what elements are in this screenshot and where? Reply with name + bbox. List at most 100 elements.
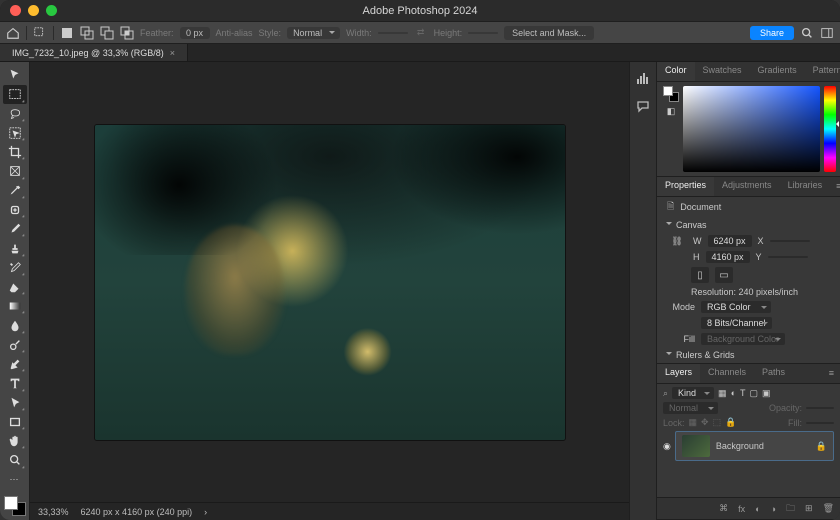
feather-input[interactable]: 0 px	[180, 27, 210, 39]
fill-opacity-input[interactable]	[806, 422, 834, 424]
tab-paths[interactable]: Paths	[754, 364, 793, 383]
strip-icon-comments[interactable]	[633, 96, 653, 116]
antialias-checkbox[interactable]: Anti-alias	[216, 28, 253, 38]
maximize-window[interactable]	[46, 5, 57, 16]
tab-gradients[interactable]: Gradients	[750, 62, 805, 81]
gradient-tool[interactable]	[3, 297, 27, 315]
search-icon[interactable]	[800, 26, 814, 40]
eraser-tool[interactable]	[3, 278, 27, 296]
rectangle-tool[interactable]	[3, 413, 27, 431]
select-new-icon[interactable]	[60, 26, 74, 40]
doc-dims-readout[interactable]: 6240 px x 4160 px (240 ppi)	[81, 507, 193, 517]
opacity-input[interactable]	[806, 407, 834, 409]
tab-patterns[interactable]: Patterns	[805, 62, 840, 81]
tab-libraries[interactable]: Libraries	[780, 177, 831, 196]
tab-swatches[interactable]: Swatches	[695, 62, 750, 81]
close-window[interactable]	[10, 5, 21, 16]
search-icon[interactable]: ⌕	[663, 388, 668, 399]
canvas-h-input[interactable]: 4160 px	[706, 251, 750, 263]
style-select[interactable]: Normal	[287, 27, 340, 39]
hue-slider[interactable]	[824, 86, 836, 172]
document-tab[interactable]: IMG_7232_10.jpeg @ 33,3% (RGB/8) ×	[0, 44, 188, 61]
properties-panel-menu-icon[interactable]: ≡	[830, 177, 840, 196]
hand-tool[interactable]	[3, 432, 27, 450]
home-icon[interactable]	[6, 26, 20, 40]
select-intersect-icon[interactable]	[120, 26, 134, 40]
link-layers-icon[interactable]: ⌘	[719, 503, 728, 514]
tab-properties[interactable]: Properties	[657, 177, 714, 196]
select-subtract-icon[interactable]	[100, 26, 114, 40]
close-tab-icon[interactable]: ×	[170, 48, 175, 58]
canvas-x-input[interactable]	[770, 240, 810, 242]
eyedropper-tool[interactable]	[3, 182, 27, 200]
rulers-section-header[interactable]: Rulers & Grids	[657, 347, 840, 363]
color-swatches[interactable]	[4, 496, 26, 516]
select-and-mask-button[interactable]: Select and Mask...	[504, 26, 594, 40]
history-brush-tool[interactable]	[3, 259, 27, 277]
object-select-tool[interactable]	[3, 124, 27, 142]
filter-adjust-icon[interactable]: ◐	[731, 388, 736, 398]
blur-tool[interactable]	[3, 316, 27, 334]
layer-row[interactable]: Background 🔒	[675, 431, 834, 461]
share-button[interactable]: Share	[750, 26, 794, 40]
hue-cube-icon[interactable]: ◧	[667, 106, 676, 117]
pen-tool[interactable]	[3, 355, 27, 373]
status-chevron-icon[interactable]: ›	[204, 507, 207, 517]
crop-tool[interactable]	[3, 143, 27, 161]
depth-select[interactable]: 8 Bits/Channel	[701, 317, 772, 329]
filter-shape-icon[interactable]: ▢	[750, 388, 759, 399]
layer-name[interactable]: Background	[716, 441, 764, 451]
minimize-window[interactable]	[28, 5, 39, 16]
type-tool[interactable]	[3, 374, 27, 392]
tab-channels[interactable]: Channels	[700, 364, 754, 383]
move-tool[interactable]	[3, 66, 27, 84]
new-layer-icon[interactable]: ⊞	[805, 503, 813, 514]
color-field[interactable]	[683, 86, 820, 172]
lock-artboard-icon[interactable]: ⬚	[713, 417, 722, 428]
brush-tool[interactable]	[3, 220, 27, 238]
visibility-toggle-icon[interactable]: ◉	[663, 441, 671, 452]
edit-toolbar[interactable]: ⋯	[3, 471, 27, 489]
color-mini-swatches[interactable]	[663, 86, 679, 102]
layer-mask-icon[interactable]: ◐	[755, 504, 760, 514]
filter-kind-select[interactable]: Kind	[672, 387, 714, 399]
frame-tool[interactable]	[3, 162, 27, 180]
canvas-w-input[interactable]: 6240 px	[708, 235, 752, 247]
tool-preset-icon[interactable]	[33, 26, 47, 40]
filter-smart-icon[interactable]: ▣	[762, 388, 771, 399]
lock-all-icon[interactable]: 🔒	[725, 417, 736, 428]
tab-color[interactable]: Color	[657, 62, 695, 81]
zoom-readout[interactable]: 33,33%	[38, 507, 69, 517]
canvas-section-header[interactable]: Canvas	[657, 217, 840, 233]
clone-stamp-tool[interactable]	[3, 239, 27, 257]
delete-layer-icon[interactable]: 🗑	[823, 503, 834, 514]
orient-landscape-icon[interactable]: ▭	[715, 267, 733, 283]
fill-select[interactable]: Background Color	[701, 333, 785, 345]
layer-thumbnail[interactable]	[682, 435, 710, 457]
layer-fx-icon[interactable]: fx	[738, 504, 745, 514]
select-add-icon[interactable]	[80, 26, 94, 40]
lock-icon[interactable]: 🔒	[816, 441, 827, 452]
strip-icon-histogram[interactable]	[633, 68, 653, 88]
workspace-icon[interactable]	[820, 26, 834, 40]
path-select-tool[interactable]	[3, 394, 27, 412]
fg-color-swatch[interactable]	[4, 496, 18, 510]
healing-tool[interactable]	[3, 201, 27, 219]
mode-select[interactable]: RGB Color	[701, 301, 771, 313]
lock-position-icon[interactable]: ✥	[701, 417, 709, 428]
tab-layers[interactable]: Layers	[657, 364, 700, 383]
link-dims-icon[interactable]: ⛓	[667, 236, 687, 247]
zoom-tool[interactable]	[3, 451, 27, 469]
lock-pixels-icon[interactable]: ▦	[689, 417, 698, 428]
canvas-viewport[interactable]	[30, 62, 629, 502]
blend-mode-select[interactable]: Normal	[663, 402, 718, 414]
filter-pixel-icon[interactable]: ▦	[718, 388, 727, 399]
rect-marquee-tool[interactable]	[3, 85, 27, 103]
lasso-tool[interactable]	[3, 105, 27, 123]
layers-panel-menu-icon[interactable]: ≡	[823, 364, 840, 383]
canvas-y-input[interactable]	[768, 256, 808, 258]
new-fill-adjust-icon[interactable]: ◑	[771, 504, 776, 514]
tab-adjustments[interactable]: Adjustments	[714, 177, 780, 196]
new-group-icon[interactable]: 🗀	[786, 501, 795, 517]
orient-portrait-icon[interactable]: ▯	[691, 267, 709, 283]
